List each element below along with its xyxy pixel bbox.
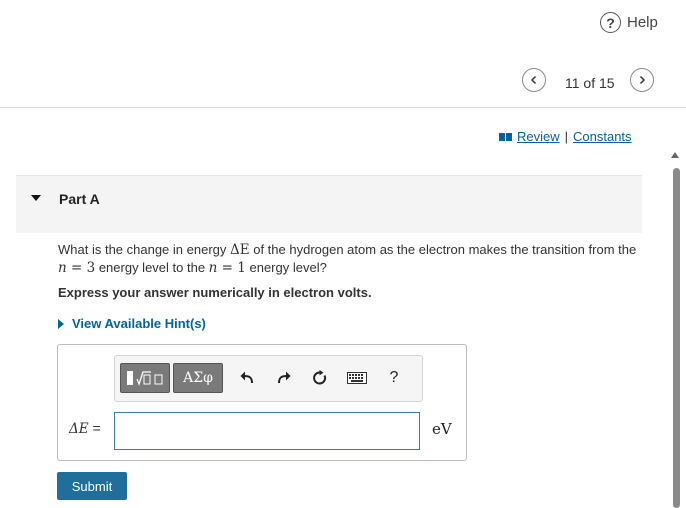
equals-to: =	[217, 260, 238, 276]
chevron-right-icon	[639, 75, 646, 85]
keyboard-icon	[347, 372, 367, 384]
book-icon	[499, 132, 512, 141]
redo-icon	[278, 371, 291, 384]
header-divider	[0, 107, 686, 108]
n-from-value: 3	[86, 260, 96, 276]
question-end: energy level?	[245, 260, 327, 275]
math-help-button[interactable]: ?	[384, 368, 404, 388]
reset-icon	[313, 370, 327, 385]
previous-item-button[interactable]	[522, 68, 546, 92]
review-link[interactable]: Review	[517, 129, 560, 144]
n-to-value: 1	[237, 260, 246, 276]
keyboard-button[interactable]	[346, 368, 368, 388]
part-header[interactable]	[16, 175, 642, 233]
undo-icon	[240, 371, 253, 384]
scrollbar-thumb[interactable]	[673, 168, 680, 508]
view-hints-toggle[interactable]: View Available Hint(s)	[58, 316, 206, 331]
collapse-triangle-icon[interactable]	[31, 195, 41, 201]
links-separator: |	[564, 129, 569, 144]
constants-link[interactable]: Constants	[573, 129, 632, 144]
redo-button[interactable]	[274, 368, 294, 388]
equals-from: =	[66, 260, 87, 276]
question-mid: of the hydrogen atom as the electron mak…	[249, 242, 637, 257]
delta-e-symbol: ΔE	[230, 242, 250, 258]
answer-unit: eV	[432, 420, 452, 438]
resource-links: Review | Constants	[499, 129, 632, 144]
scroll-up-arrow-icon[interactable]	[671, 152, 679, 158]
reset-button[interactable]	[310, 368, 330, 388]
help-link[interactable]: ? Help	[600, 12, 658, 33]
submit-button[interactable]: Submit	[57, 472, 127, 500]
help-label: Help	[627, 14, 658, 31]
math-templates-icon	[127, 371, 163, 386]
answer-label-symbol: ΔE	[69, 421, 89, 437]
undo-button[interactable]	[237, 368, 257, 388]
answer-label: ΔE =	[69, 420, 101, 437]
help-icon: ?	[600, 12, 621, 33]
symbols-button[interactable]: ΑΣφ	[173, 363, 223, 393]
pager-count: 11 of 15	[565, 75, 615, 91]
n-symbol-from: n	[58, 260, 67, 276]
answer-label-eq: =	[88, 420, 101, 436]
expand-triangle-icon	[58, 318, 64, 329]
answer-instruction: Express your answer numerically in elect…	[58, 285, 372, 300]
question-text: What is the change in energy ΔE of the h…	[58, 241, 648, 277]
question-mid2: energy level to the	[95, 260, 209, 275]
templates-button[interactable]	[120, 363, 170, 393]
answer-input[interactable]	[114, 412, 420, 450]
hint-label: View Available Hint(s)	[72, 316, 206, 331]
question-prefix: What is the change in energy	[58, 242, 230, 257]
part-title: Part A	[59, 191, 100, 207]
next-item-button[interactable]	[630, 68, 654, 92]
chevron-left-icon	[530, 75, 537, 85]
